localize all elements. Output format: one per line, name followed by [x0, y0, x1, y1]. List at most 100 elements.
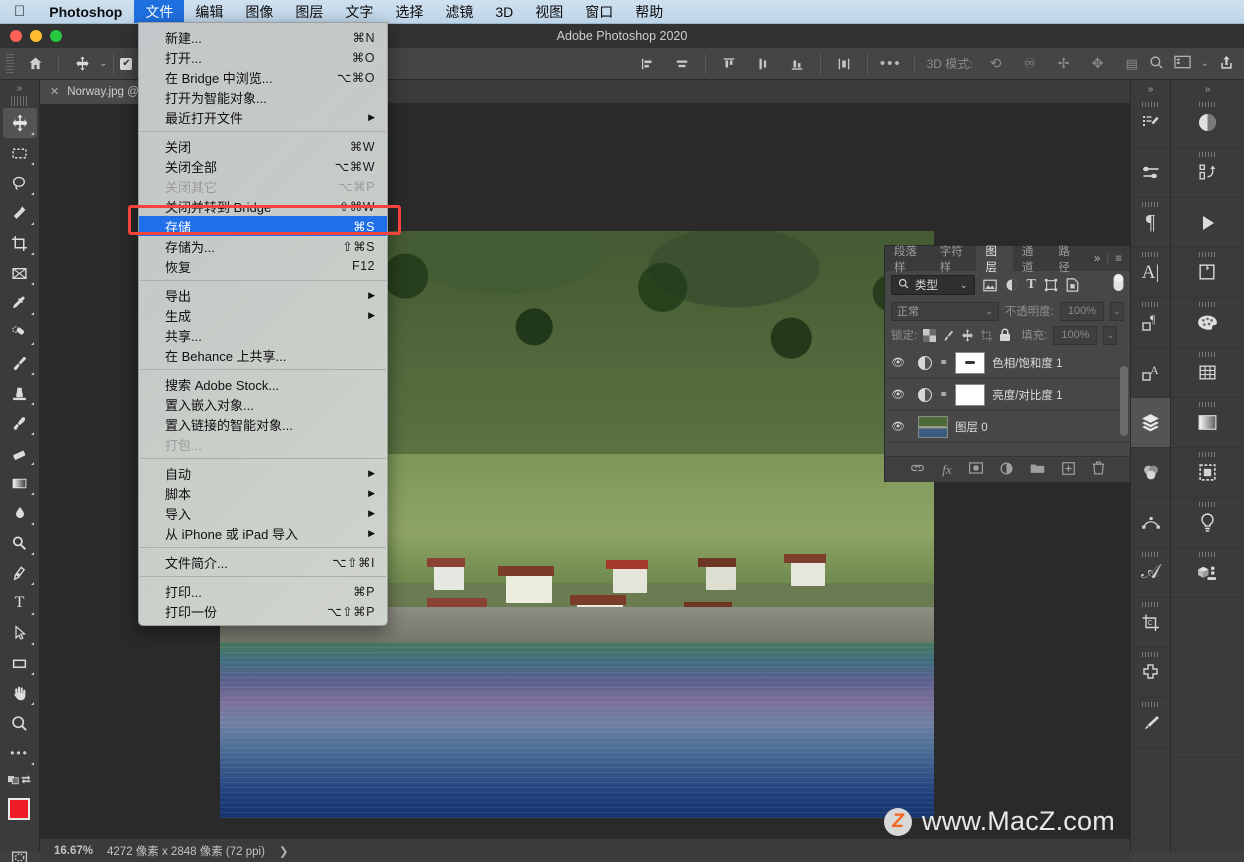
paths-icon[interactable]: [1131, 498, 1170, 548]
default-colors-icon[interactable]: [3, 768, 37, 790]
menu-item-place-embedded[interactable]: 置入嵌入对象...: [139, 394, 387, 414]
filter-toggle-switch[interactable]: [1113, 273, 1124, 297]
menu-item-select[interactable]: 选择: [384, 0, 434, 23]
share-icon[interactable]: [1219, 55, 1234, 73]
pen-tool[interactable]: [3, 558, 37, 588]
menu-item-close-all[interactable]: 关闭全部 ⌥⌘W: [139, 156, 387, 176]
table-row[interactable]: 👁 ⚭ 色相/饱和度 1: [885, 347, 1130, 379]
glyphs-icon[interactable]: 𝒜: [1131, 548, 1170, 598]
image-filter-icon[interactable]: [982, 279, 997, 292]
spot-healing-brush-tool[interactable]: [3, 318, 37, 348]
gradients-icon[interactable]: [1171, 398, 1244, 448]
menu-item-filter[interactable]: 滤镜: [434, 0, 484, 23]
fill-stepper[interactable]: ⌄: [1103, 325, 1118, 345]
menu-item-print[interactable]: 打印... ⌘P: [139, 581, 387, 601]
chevron-down-icon[interactable]: ⌄: [1201, 58, 1209, 69]
layer-style-icon[interactable]: fx: [942, 462, 951, 478]
menu-item-import[interactable]: 导入 ▶: [139, 503, 387, 523]
color-swatches[interactable]: [0, 794, 40, 836]
menu-item-open-as-smart-object[interactable]: 打开为智能对象...: [139, 87, 387, 107]
menu-item-export[interactable]: 导出 ▶: [139, 285, 387, 305]
menu-item-browse-in-bridge[interactable]: 在 Bridge 中浏览... ⌥⌘O: [139, 67, 387, 87]
properties-icon[interactable]: [1171, 448, 1244, 498]
play-icon[interactable]: [1171, 198, 1244, 248]
layer-visibility-icon[interactable]: 👁: [885, 356, 911, 369]
new-layer-icon[interactable]: [1061, 461, 1075, 478]
lock-all-icon[interactable]: [999, 328, 1011, 342]
smart-object-filter-icon[interactable]: [1066, 278, 1079, 292]
lasso-tool[interactable]: [3, 168, 37, 198]
3d-pan-icon[interactable]: ✢: [1049, 52, 1079, 76]
adjustments-icon[interactable]: [1171, 98, 1244, 148]
foreground-color-swatch[interactable]: [8, 798, 30, 820]
magic-wand-tool[interactable]: [3, 198, 37, 228]
menu-item-scripts[interactable]: 脚本 ▶: [139, 483, 387, 503]
paragraph-styles-icon[interactable]: ¶: [1131, 298, 1170, 348]
crop-tool[interactable]: [3, 228, 37, 258]
type-tool[interactable]: T: [3, 588, 37, 618]
rail-collapse-icon[interactable]: »: [1171, 80, 1244, 98]
3d-camera-icon[interactable]: ▤: [1117, 52, 1147, 76]
fill-input[interactable]: 100%: [1053, 325, 1098, 345]
new-group-icon[interactable]: [1030, 462, 1045, 477]
brush-settings-icon[interactable]: [1131, 98, 1170, 148]
blend-mode-select[interactable]: 正常 ⌄: [891, 301, 999, 321]
layers-scrollbar[interactable]: [1120, 366, 1128, 436]
libraries-icon[interactable]: [1131, 648, 1170, 698]
tab-layers[interactable]: 图层: [976, 246, 1013, 274]
menu-item-new[interactable]: 新建... ⌘N: [139, 27, 387, 47]
brush-tool[interactable]: [3, 348, 37, 378]
brush-tip-icon[interactable]: [1131, 698, 1170, 748]
menu-item-print-one-copy[interactable]: 打印一份 ⌥⇧⌘P: [139, 601, 387, 621]
character-styles-icon[interactable]: A: [1131, 348, 1170, 398]
link-mask-icon[interactable]: ⚭: [939, 356, 948, 369]
chevron-down-icon[interactable]: ⌄: [99, 58, 107, 69]
menu-item-automate[interactable]: 自动 ▶: [139, 463, 387, 483]
adjustment-layer-icon[interactable]: [1000, 462, 1013, 478]
edit-toolbar-button[interactable]: •••: [3, 738, 37, 768]
layer-mask-thumbnail[interactable]: [955, 351, 986, 374]
patterns-icon[interactable]: [1171, 348, 1244, 398]
close-icon[interactable]: ✕: [50, 85, 59, 98]
character-icon[interactable]: A|: [1131, 248, 1170, 298]
clone-stamp-tool[interactable]: [3, 378, 37, 408]
menu-item-close-and-go-to-bridge[interactable]: 关闭并转到 Bridge ⇧⌘W: [139, 196, 387, 216]
menu-item-generate[interactable]: 生成 ▶: [139, 305, 387, 325]
link-mask-icon[interactable]: ⚭: [939, 388, 948, 401]
home-icon[interactable]: [18, 52, 52, 76]
workspace-icon[interactable]: [1173, 55, 1191, 72]
adjustment-filter-icon[interactable]: [1005, 278, 1019, 292]
move-tool[interactable]: [2, 108, 37, 138]
eyedropper-tool[interactable]: [3, 288, 37, 318]
menu-item-type[interactable]: 文字: [334, 0, 384, 23]
3d-slide-icon[interactable]: ✥: [1083, 52, 1113, 76]
history-brush-tool[interactable]: [3, 408, 37, 438]
zoom-tool[interactable]: [3, 708, 37, 738]
history-icon[interactable]: [1171, 248, 1244, 298]
file-dropdown-menu[interactable]: 新建... ⌘N 打开... ⌘O 在 Bridge 中浏览... ⌥⌘O 打开…: [138, 22, 388, 626]
menu-item-close[interactable]: 关闭 ⌘W: [139, 136, 387, 156]
table-row[interactable]: 👁 图层 0: [885, 411, 1130, 443]
hand-tool[interactable]: [3, 678, 37, 708]
lock-image-icon[interactable]: [942, 329, 955, 342]
more-options-icon[interactable]: •••: [874, 55, 908, 72]
paragraph-icon[interactable]: ¶: [1131, 198, 1170, 248]
eraser-tool[interactable]: [3, 438, 37, 468]
menu-item-revert[interactable]: 恢复 F12: [139, 256, 387, 276]
learn-icon[interactable]: [1171, 498, 1244, 548]
rectangular-marquee-tool[interactable]: [3, 138, 37, 168]
path-selection-tool[interactable]: [3, 618, 37, 648]
quick-mask-mode-button[interactable]: [3, 842, 37, 862]
menu-item-save[interactable]: 存储 ⌘S: [139, 216, 387, 236]
menu-item-share[interactable]: 共享...: [139, 325, 387, 345]
blur-tool[interactable]: [3, 498, 37, 528]
layer-visibility-icon[interactable]: 👁: [885, 420, 911, 433]
menu-item-help[interactable]: 帮助: [624, 0, 674, 23]
layers-icon[interactable]: [1131, 398, 1170, 448]
zoom-level[interactable]: 16.67%: [54, 845, 93, 857]
apple-logo-icon[interactable]: : [0, 4, 37, 19]
menu-item-view[interactable]: 视图: [524, 0, 574, 23]
app-name-label[interactable]: Photoshop: [37, 4, 134, 20]
menu-item-image[interactable]: 图像: [234, 0, 284, 23]
status-expand-icon[interactable]: ❯: [279, 844, 289, 858]
